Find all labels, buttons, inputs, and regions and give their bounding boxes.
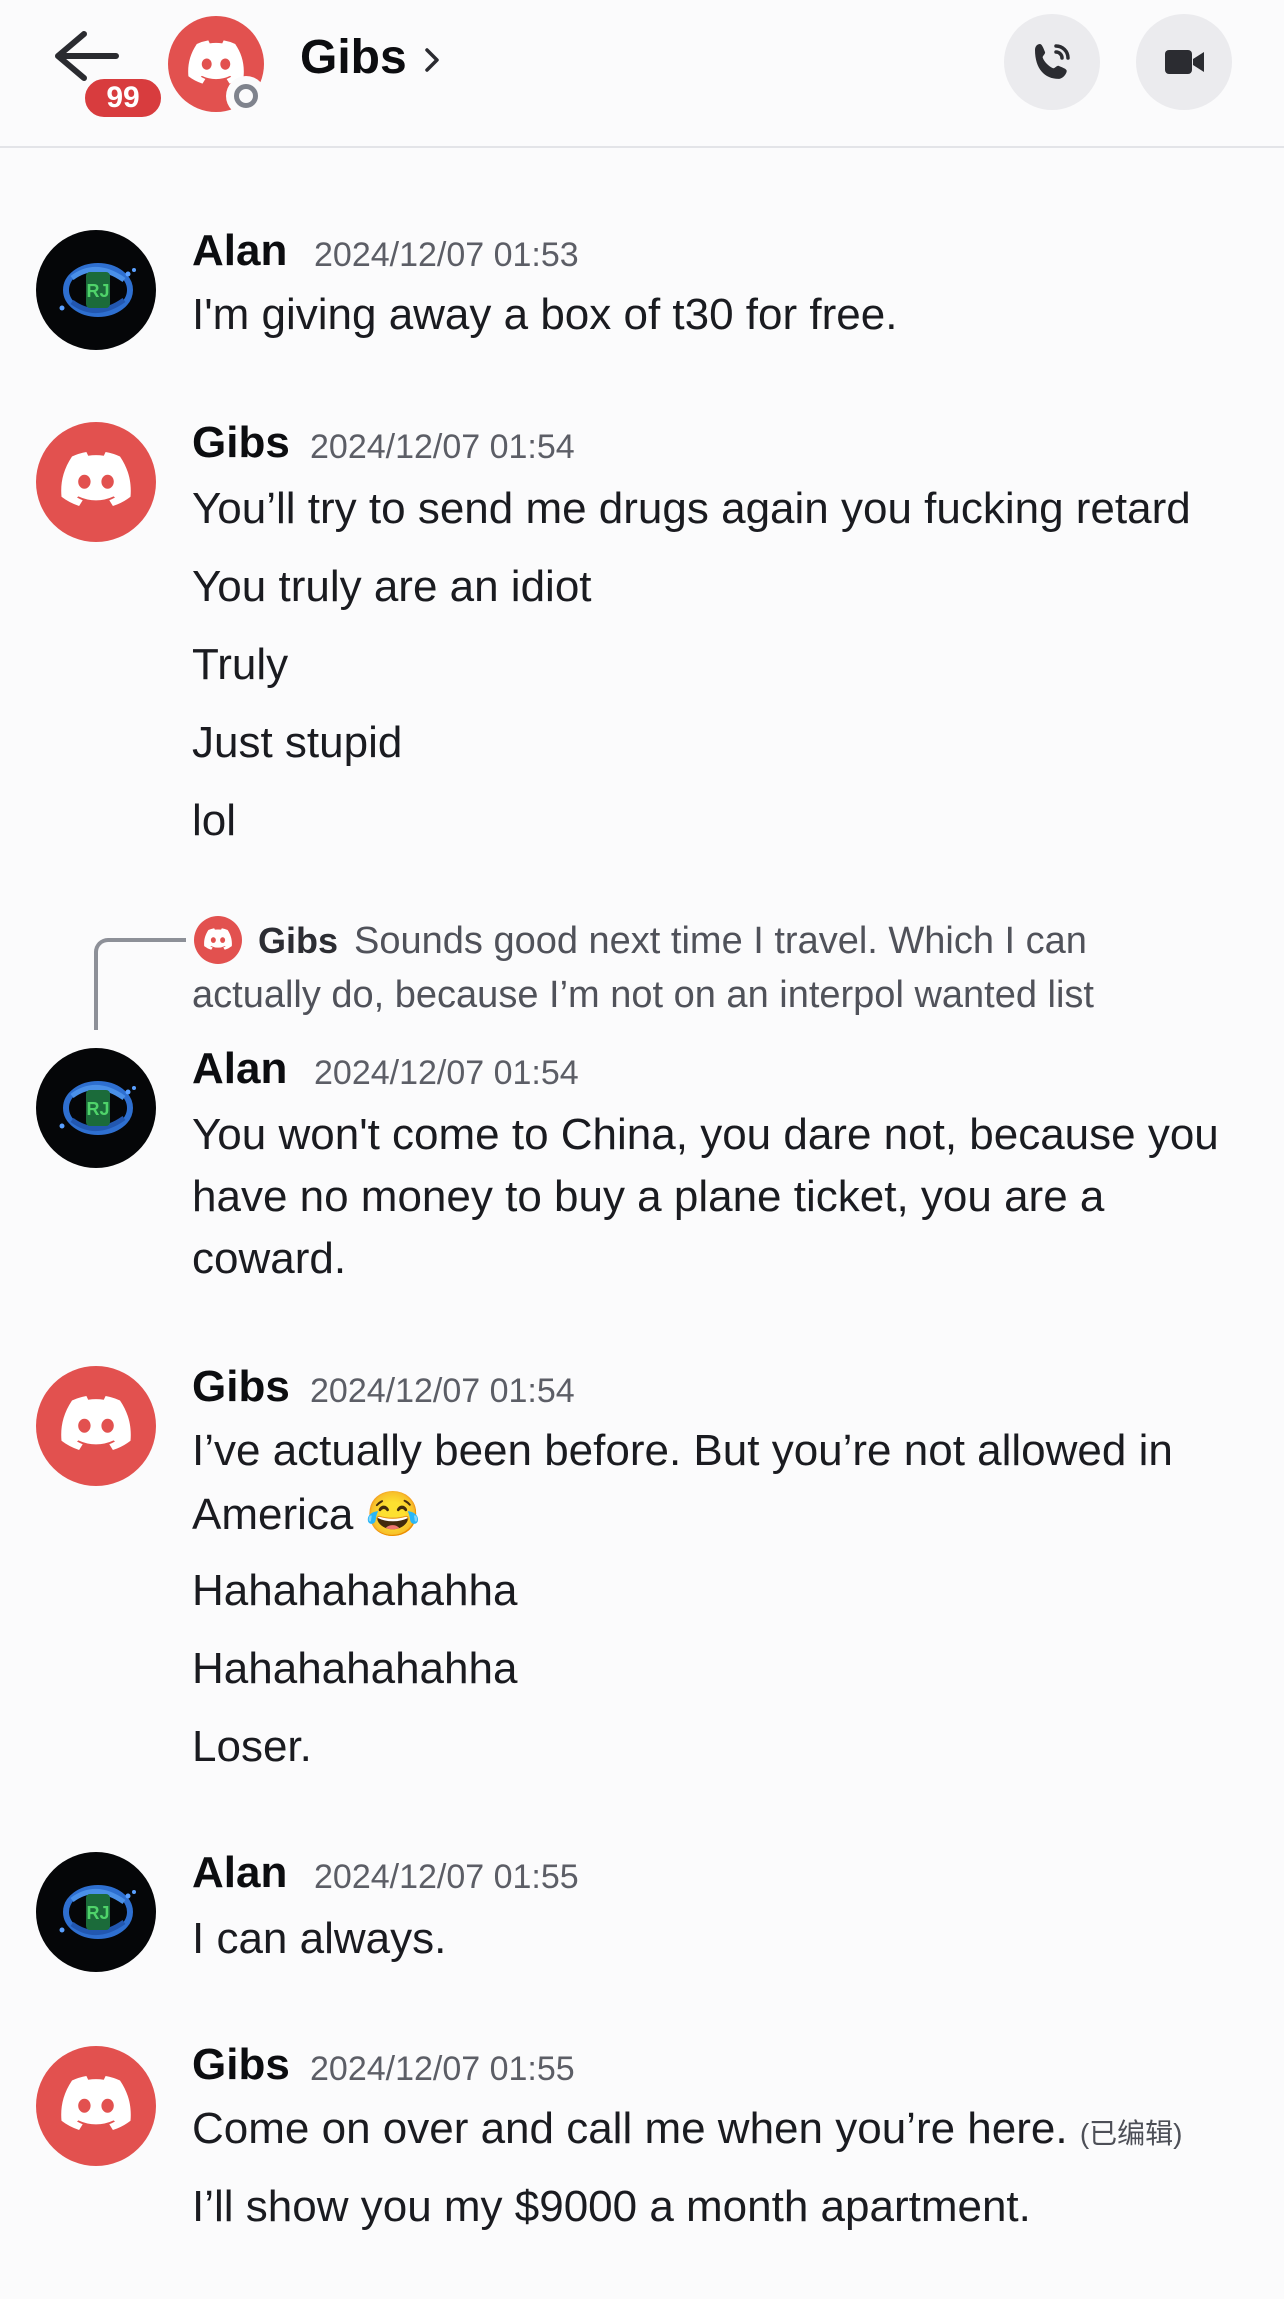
user-avatar-alan[interactable] (36, 1852, 156, 1972)
message-text: You’ll try to send me drugs again you fu… (192, 484, 1191, 533)
alan-logo-icon (36, 1852, 156, 1972)
message-text: America 😂 (192, 1488, 420, 1540)
message-text: Hahahahahahha (192, 1644, 518, 1693)
message-text: Come on over and call me when you’re her… (192, 2104, 1068, 2153)
reply-preview-text[interactable]: actually do, because I’m not on an inter… (192, 974, 1094, 1017)
user-avatar-gibs[interactable] (36, 422, 156, 542)
reply-avatar (194, 916, 242, 964)
message-timestamp: 2024/12/07 01:55 (314, 1858, 579, 1896)
chevron-right-icon[interactable] (422, 44, 442, 76)
reply-author[interactable]: Gibs (258, 920, 338, 962)
discord-logo-icon (204, 928, 232, 950)
message-text: coward. (192, 1234, 347, 1283)
message-author[interactable]: Gibs (192, 1362, 290, 1412)
message-text: Loser. (192, 1722, 312, 1771)
message-author[interactable]: Gibs (192, 418, 290, 468)
message-text: I'm giving away a box of t30 for free. (192, 290, 898, 339)
discord-logo-icon (61, 1396, 131, 1450)
phone-icon (1035, 44, 1070, 79)
user-avatar-gibs[interactable] (36, 2046, 156, 2166)
message-author[interactable]: Gibs (192, 2040, 290, 2090)
offline-status-icon (226, 76, 266, 116)
message-timestamp: 2024/12/07 01:54 (310, 1372, 575, 1410)
message-author[interactable]: Alan (192, 1044, 287, 1094)
message-text: have no money to buy a plane ticket, you… (192, 1172, 1105, 1221)
message-timestamp: 2024/12/07 01:55 (310, 2050, 575, 2088)
user-avatar-gibs[interactable] (36, 1366, 156, 1486)
message-text: Hahahahahahha (192, 1566, 518, 1615)
chat-header: 99 Gibs (0, 0, 1284, 148)
user-avatar-alan[interactable] (36, 230, 156, 350)
alan-logo-icon (36, 230, 156, 350)
message-text: Come on over and call me when you’re her… (192, 2104, 1182, 2154)
message-text: I’ve actually been before. But you’re no… (192, 1426, 1173, 1475)
message-author[interactable]: Alan (192, 1848, 287, 1898)
message-text: I can always. (192, 1914, 447, 1963)
message-text: lol (192, 796, 237, 845)
voice-call-button[interactable] (1004, 14, 1100, 110)
reply-connector (94, 938, 186, 1030)
edited-label: (已编辑) (1079, 2118, 1183, 2149)
message-author[interactable]: Alan (192, 226, 287, 276)
message-timestamp: 2024/12/07 01:54 (310, 428, 575, 466)
message-text: Just stupid (192, 718, 403, 767)
unread-badge: 99 (80, 74, 166, 122)
message-text: I’ll show you my $9000 a month apartment… (192, 2182, 1031, 2231)
message-text: America (192, 1490, 354, 1539)
alan-logo-icon (36, 1048, 156, 1168)
message-text: You truly are an idiot (192, 562, 592, 611)
discord-logo-icon (61, 2076, 131, 2130)
discord-logo-icon (61, 452, 131, 506)
laughing-emoji-icon: 😂 (365, 1490, 421, 1539)
user-avatar-alan[interactable] (36, 1048, 156, 1168)
message-text: Truly (192, 640, 289, 689)
video-camera-icon (1165, 50, 1204, 74)
message-timestamp: 2024/12/07 01:54 (314, 1054, 579, 1092)
message-timestamp: 2024/12/07 01:53 (314, 236, 579, 274)
video-call-button[interactable] (1136, 14, 1232, 110)
reply-preview-text[interactable]: Sounds good next time I travel. Which I … (354, 920, 1087, 963)
message-text: You won't come to China, you dare not, b… (192, 1110, 1219, 1159)
channel-name[interactable]: Gibs (300, 30, 407, 85)
